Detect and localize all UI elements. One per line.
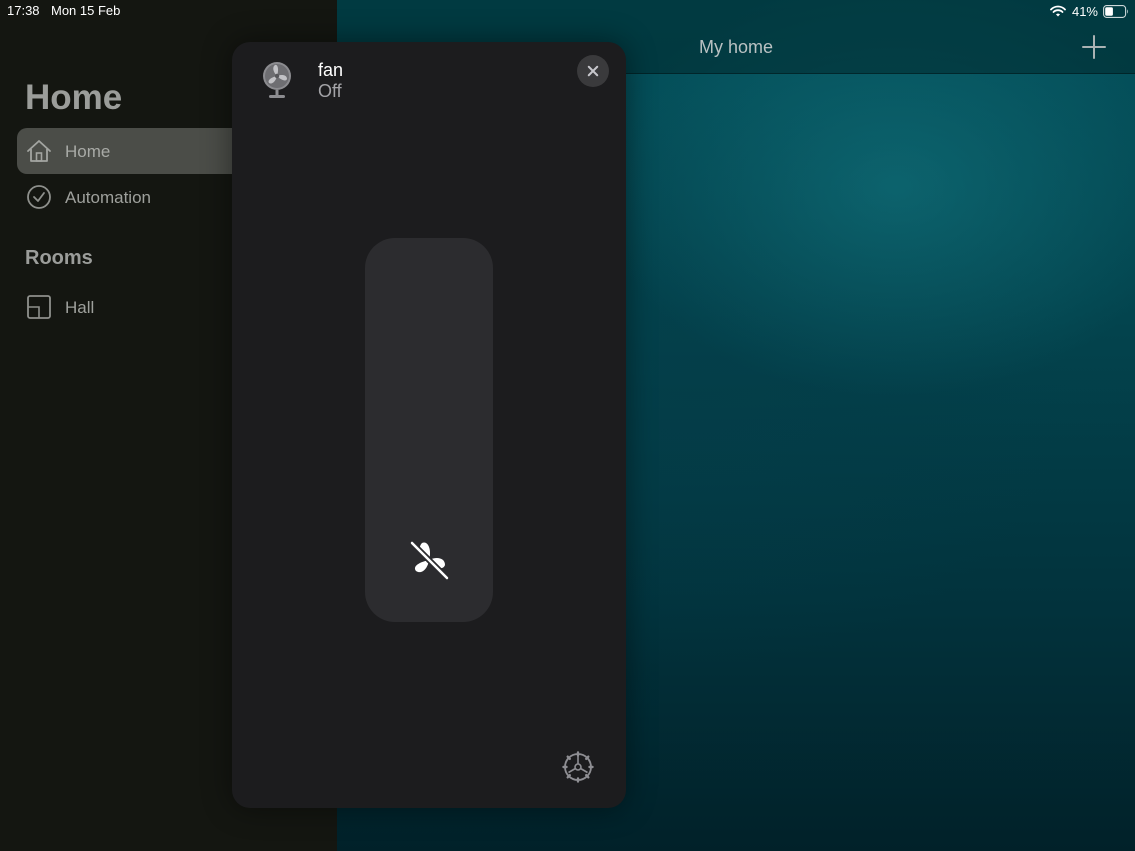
fan-speed-slider[interactable] — [365, 238, 493, 622]
clock-icon — [27, 185, 51, 209]
close-button[interactable] — [577, 55, 609, 87]
battery-percentage: 41% — [1071, 3, 1098, 19]
sidebar-title: Home — [25, 78, 123, 117]
sidebar-item-label: Automation — [65, 188, 151, 207]
sidebar-item-label: Home — [65, 142, 111, 161]
status-time: 17:38 — [7, 3, 40, 18]
screen: My home Home Home Automation Rooms Hall … — [0, 0, 1135, 851]
wifi-icon — [1050, 5, 1066, 17]
status-bar: 17:38 Mon 15 Feb 41% — [0, 0, 1135, 22]
sidebar-item-label: Hall — [65, 298, 95, 317]
add-button[interactable] — [1081, 34, 1107, 60]
rooms-header: Rooms — [25, 247, 93, 269]
accessory-state: Off — [318, 81, 342, 101]
battery-icon — [1103, 4, 1129, 18]
fan-off-icon — [409, 540, 450, 581]
room-icon — [27, 295, 51, 319]
fan-detail-card: fan Off — [232, 42, 626, 808]
status-indicators: 41% — [1050, 2, 1129, 20]
gear-icon[interactable] — [562, 751, 594, 783]
house-icon — [27, 140, 51, 162]
status-date: Mon 15 Feb — [51, 3, 121, 18]
fan-icon — [263, 62, 291, 98]
accessory-name: fan — [318, 60, 344, 80]
